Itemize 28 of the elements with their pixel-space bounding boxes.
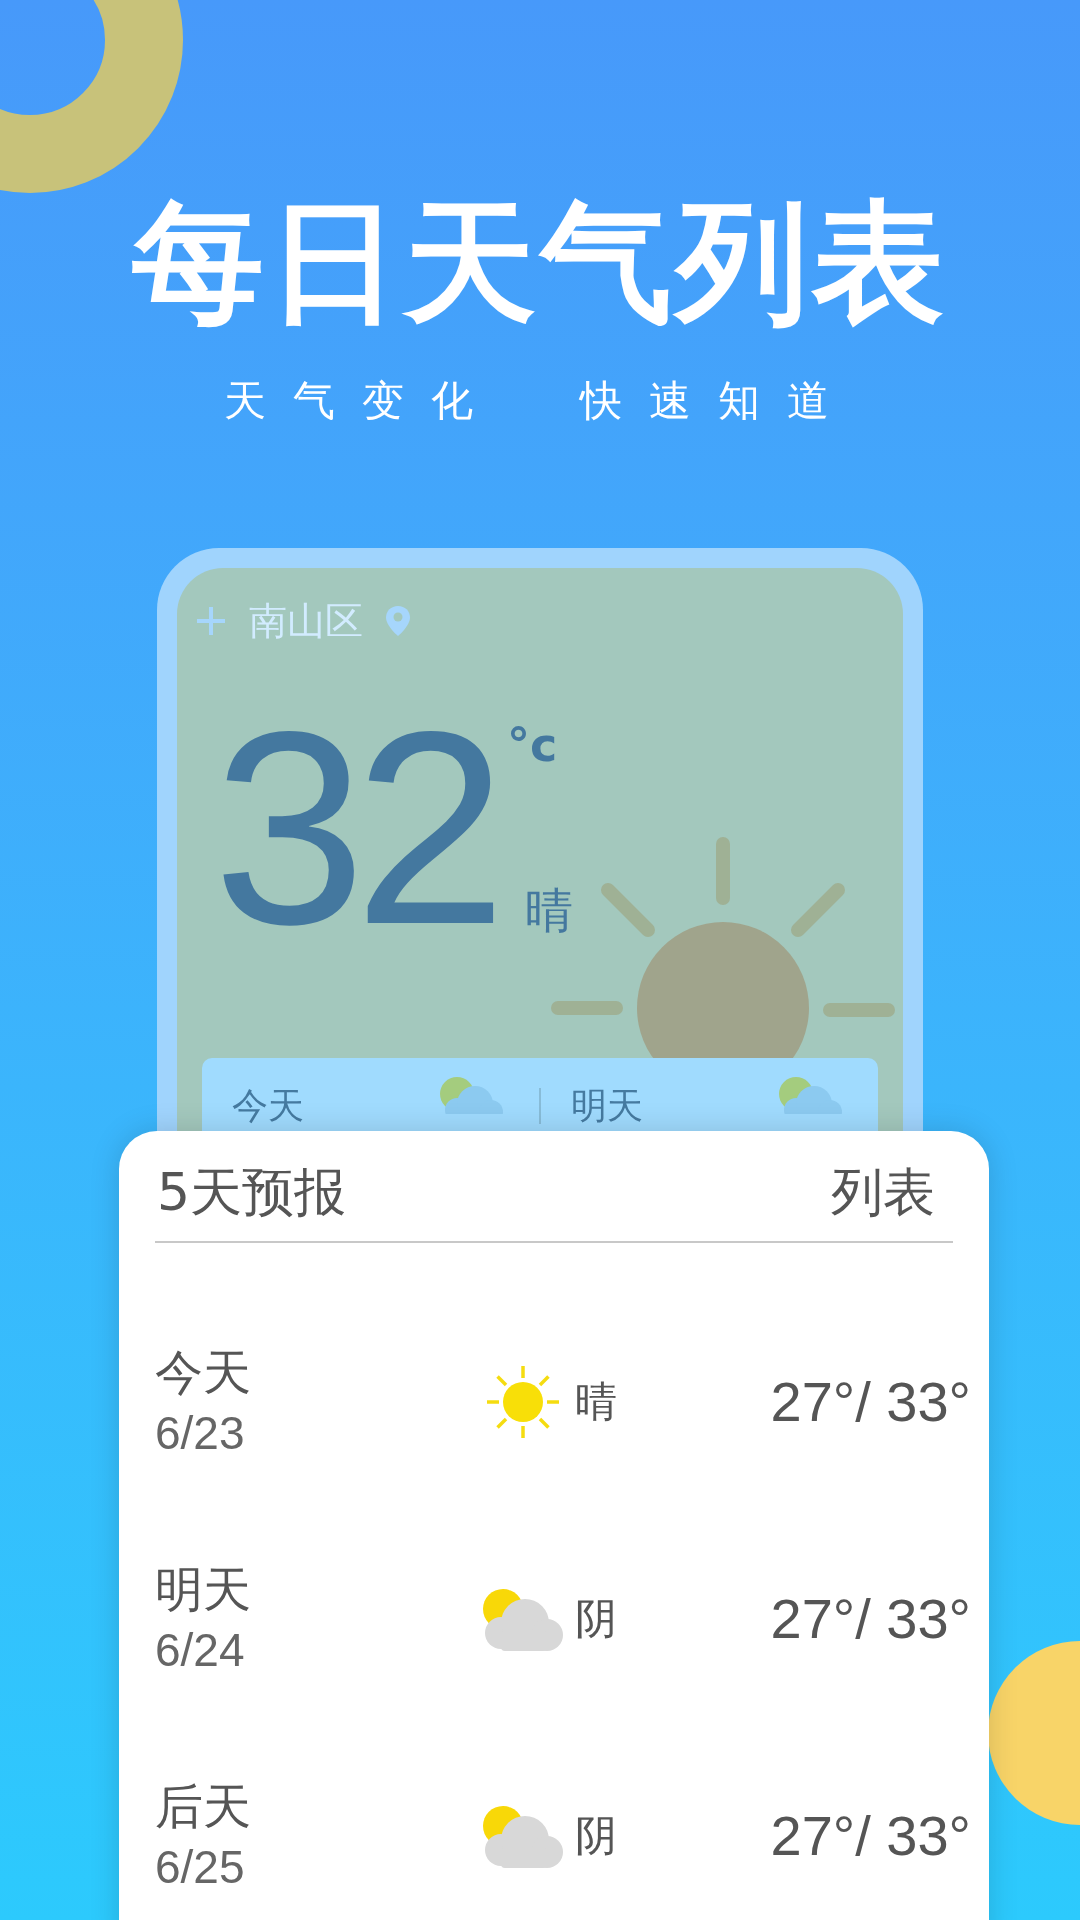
day-label: 明天 [155,1564,252,1613]
condition-label: 阴 [575,1814,617,1857]
day-label: 后天 [155,1781,252,1830]
day-label: 今天 [155,1347,252,1396]
cloud-sun-icon [439,1074,503,1114]
condition-label: 阴 [575,1597,617,1640]
subtitle: 天气变化 快速知道 [223,380,857,422]
date-label: 6/24 [155,1626,246,1673]
cloud-sun-icon [481,1803,565,1868]
temperature-range: 27°/ 33° [770,1590,971,1647]
headline: 每日天气列表 [132,196,948,328]
day-label: 明天 [571,1088,643,1124]
date-label: 6/23 [155,1409,246,1456]
date-label: 6/25 [155,1843,246,1890]
view-toggle[interactable]: 列表 [831,1161,935,1224]
temperature: 32 [213,718,495,938]
location-pin-icon [385,605,411,637]
cloud-sun-icon [481,1586,565,1651]
day-label: 今天 [232,1088,304,1124]
weather-condition: 晴 [524,886,573,934]
location-name: 南山区 [249,602,363,640]
add-icon[interactable] [195,605,227,637]
cloud-sun-icon [778,1074,842,1114]
forecast-title: 5天预报 [157,1161,347,1224]
temperature-range: 27°/ 33° [770,1373,971,1430]
temperature-unit: °c [506,722,559,768]
temperature-range: 27°/ 33° [770,1807,971,1864]
condition-label: 晴 [575,1380,617,1423]
